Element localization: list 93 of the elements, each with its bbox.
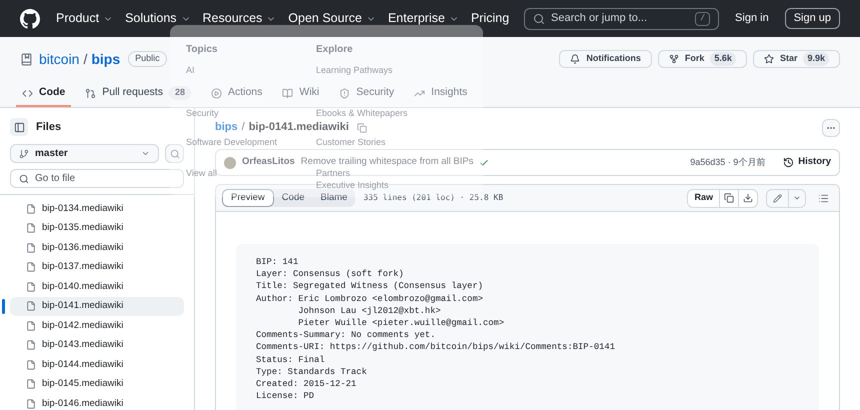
avatar [224,156,236,168]
search-icon [533,12,546,24]
file-tree-item[interactable]: bip-0145.mediawiki [10,374,184,394]
search-icon [170,148,180,158]
star-button[interactable]: Star 9.9k [752,50,840,68]
author-link[interactable]: OrfeasLitos [242,155,295,170]
search-icon [19,174,29,184]
count-label: 9.9k [803,52,829,66]
path-separator: / [242,120,245,136]
count-label: 5.6k [710,52,736,66]
copy-icon [724,193,734,203]
repo-icon [20,52,33,66]
file-tree-item[interactable]: bip-0140.mediawiki [10,277,184,296]
nav-menu-item[interactable]: Enterprise [388,9,459,28]
file-icon [26,379,36,390]
file-icon [26,360,36,370]
shield-icon [339,88,350,98]
repo-tab[interactable]: Wiki [276,81,326,107]
sign-up-button[interactable]: Sign up [784,8,840,29]
logo-icon[interactable] [20,8,40,28]
file-tree-item[interactable]: bip-0135.mediawiki [10,218,184,238]
bell-icon [570,54,580,64]
view-tab[interactable]: Code [274,189,313,207]
file-icon [26,204,36,214]
menu-heading: Topics [186,44,218,55]
file-icon [26,301,36,312]
menu-heading: Explore [316,44,354,55]
repo-tab[interactable]: Insights [408,81,474,107]
star-icon [764,54,774,64]
file-icon [26,340,36,350]
files-title: Files [36,120,62,135]
notifications-button[interactable]: Notifications [559,50,652,68]
commit-message: Remove trailing whitespace from all BIPs [300,155,474,170]
book-icon [282,88,294,98]
file-tree-item[interactable]: bip-0142.mediawiki [10,316,184,336]
file-tree-item[interactable]: bip-0136.mediawiki [10,238,184,258]
panel-icon [14,122,24,132]
file-tree-item[interactable]: bip-0144.mediawiki [10,355,184,374]
download-icon [743,193,753,203]
file-tree-item[interactable]: bip-0143.mediawiki [10,336,184,355]
file-icon [26,223,36,234]
field-placeholder: Go to file [35,172,76,186]
fork-icon [668,54,679,64]
repo-name-link[interactable]: bips [91,48,120,70]
more-button[interactable] [822,118,840,136]
pencil-icon [773,194,782,202]
file-tree-item[interactable]: bip-0134.mediawiki [10,199,184,218]
path-separator: / [83,50,88,68]
caret-icon [141,149,150,158]
branch-selector[interactable]: master [10,144,159,163]
file-tree-item[interactable]: bip-0146.mediawiki [10,394,184,410]
clock-icon [783,157,794,168]
search-button[interactable] [165,144,184,163]
outline-icon[interactable] [818,192,829,204]
sign-in-link[interactable]: Sign in [735,10,769,27]
search-placeholder: Search or jump to... [551,11,648,26]
nav-menu-item[interactable]: Product [56,9,114,28]
file-icon [26,262,36,272]
commit-sha: 9a56d35 · 9个月前 [690,156,766,169]
shortcut-key: / [695,12,710,26]
file-name: bip-0141.mediawiki [248,120,349,136]
visibility-label: Public [128,51,167,67]
nav-menu-item[interactable]: Open Source [288,9,376,28]
repo-owner-link[interactable]: bitcoin [39,48,80,70]
file-tree-item[interactable]: bip-0137.mediawiki [10,258,184,277]
nav-menu-item[interactable]: Resources [202,9,276,28]
view-tab[interactable]: Blame [312,189,356,207]
file-icon [26,242,36,253]
history-button[interactable]: History [783,155,831,170]
nav-menu-item[interactable]: Pricing [470,9,510,28]
repo-tab[interactable]: Code [16,81,72,107]
pull-request-icon [85,88,96,98]
file-icon [26,320,36,331]
branch-icon [19,148,29,158]
repo-tab[interactable]: Actions [204,81,268,107]
file-stats: 335 lines (201 loc) · 25.8 KB [363,192,504,204]
repo-tab[interactable]: Pull requests 28 [79,81,197,107]
fork-button[interactable]: Fork 5.6k [658,50,747,68]
panel-toggle-button[interactable] [10,118,28,136]
selection-bar [2,298,5,314]
count-label: 28 [168,86,191,100]
go-to-file-field[interactable]: Go to file [10,169,184,188]
play-icon [210,88,222,98]
caret-icon [793,194,801,202]
search-field[interactable]: Search or jump to... / [524,8,720,30]
view-tab[interactable]: Preview [222,189,274,207]
code-block: BIP: 141 Layer: Consensus (soft fork) Title: Segregated Witness (Consensus layer) Author: Eric Lombrozo <elombrozo@gmail.com> Johnson Lau <jl2012@xbt.hk> Pieter Wuille <pieter.wuille@gmail.com> Comments-Summary: No comments yet. Comments-URI: https://github.com/bitcoin/bips/wiki/Comments:BIP-0141 Status: Final Type: Standards Track Created: 2015-12-21 License: PD [236,244,819,410]
nav-menu-item[interactable]: Solutions [125,9,191,28]
file-icon [26,282,36,292]
copy-icon[interactable] [356,122,367,132]
file-icon [26,398,36,409]
code-icon [22,88,33,98]
repo-tab[interactable]: Security [333,81,400,107]
